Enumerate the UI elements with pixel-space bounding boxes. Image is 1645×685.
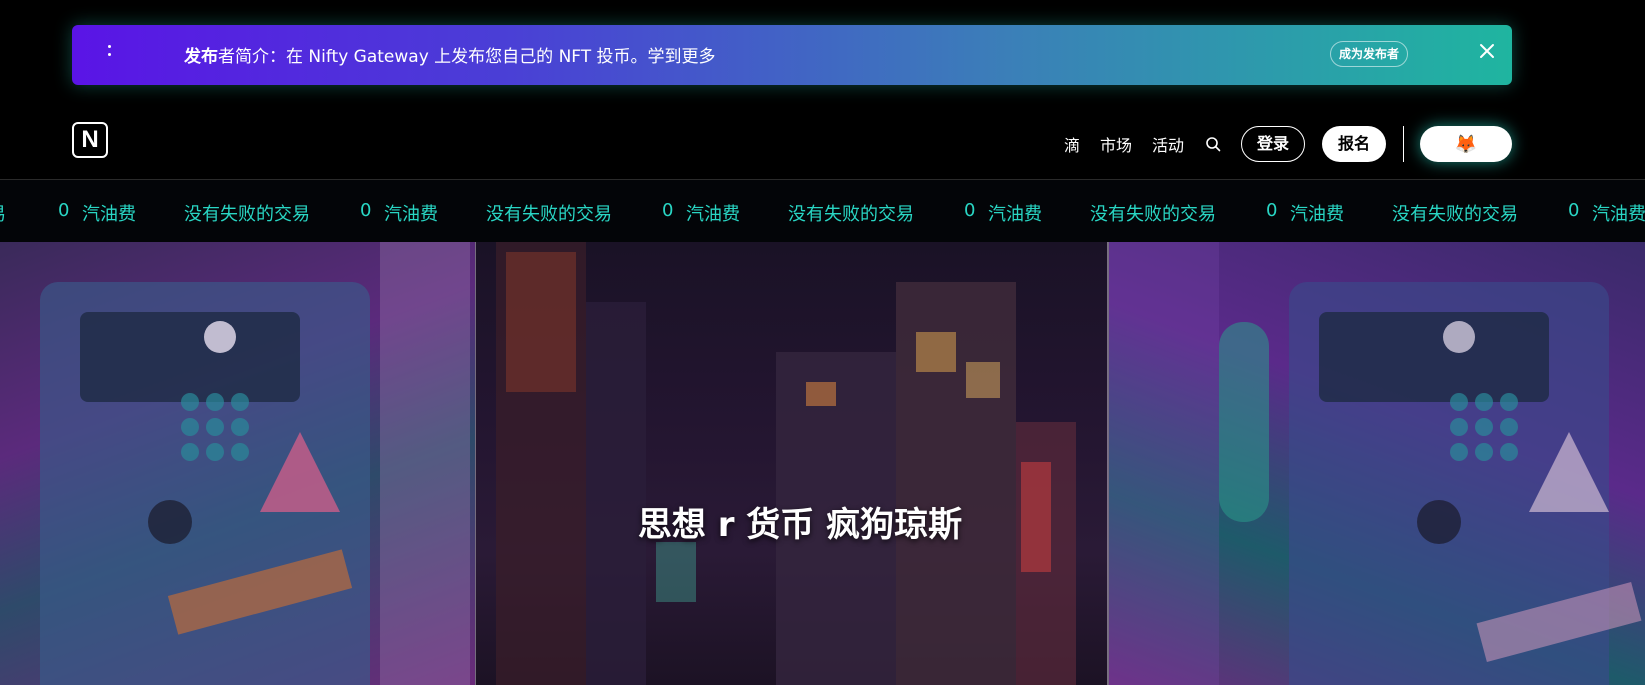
ticker-item: 汽油费: [988, 204, 1042, 225]
hero-banner[interactable]: 思想 r 货币 疯狗琼斯: [0, 242, 1645, 685]
site-header: N 滴 市场 活动 登录 报名 🦊: [0, 100, 1645, 180]
hero-artwork-right: [1109, 242, 1645, 685]
fox-icon: 🦊: [1454, 134, 1478, 154]
hero-title: 思想 r 货币 疯狗琼斯: [637, 505, 963, 545]
ticker-item: 汽油费: [686, 204, 740, 225]
close-icon[interactable]: [1472, 36, 1502, 66]
ticker-banner: 易 0 汽油费 没有失败的交易 0 汽油费 没有失败的交易 0 汽油费 没有失败…: [0, 180, 1645, 242]
logo[interactable]: N: [72, 122, 108, 158]
ticker-item: 0: [1266, 200, 1278, 221]
ticker-item: 没有失败的交易: [486, 204, 612, 225]
signup-button[interactable]: 报名: [1322, 126, 1386, 162]
ticker-item: 汽油费: [1290, 204, 1344, 225]
ticker-item: 汽油费: [384, 204, 438, 225]
dots-icon: [108, 45, 112, 59]
header-divider: [1403, 126, 1404, 162]
hero-artwork-left: [0, 242, 475, 685]
ticker-item: 0: [964, 200, 976, 221]
ticker-item: 没有失败的交易: [1090, 204, 1216, 225]
ticker-item: 没有失败的交易: [788, 204, 914, 225]
nav-marketplace[interactable]: 市场: [1100, 132, 1132, 156]
ticker-item: 汽油费: [1592, 204, 1645, 225]
login-button[interactable]: 登录: [1241, 126, 1305, 162]
nav-drops[interactable]: 滴: [1064, 132, 1080, 156]
ticker-item: 汽油费: [82, 204, 136, 225]
banner-message-bold: 发布: [184, 47, 218, 67]
ticker-item: 没有失败的交易: [1392, 204, 1518, 225]
ticker-item: 易: [0, 200, 6, 226]
ticker-item: 0: [662, 200, 674, 221]
nav-activity[interactable]: 活动: [1152, 132, 1184, 156]
wallet-button[interactable]: 🦊: [1420, 126, 1512, 162]
announcement-banner: 发布者简介：在 Nifty Gateway 上发布您自己的 NFT 投币。学到更…: [72, 25, 1512, 85]
ticker-item: 0: [1568, 200, 1580, 221]
banner-message[interactable]: 发布者简介：在 Nifty Gateway 上发布您自己的 NFT 投币。学到更…: [184, 42, 716, 67]
search-icon[interactable]: [1205, 136, 1221, 152]
ticker-item: 0: [360, 200, 372, 221]
ticker-item: 0: [58, 200, 70, 221]
hero-artwork-center: [476, 242, 1108, 685]
banner-message-text: 者简介：在 Nifty Gateway 上发布您自己的 NFT 投币。学到更多: [218, 47, 716, 67]
become-publisher-button[interactable]: 成为发布者: [1330, 41, 1409, 67]
ticker-item: 没有失败的交易: [184, 204, 310, 225]
